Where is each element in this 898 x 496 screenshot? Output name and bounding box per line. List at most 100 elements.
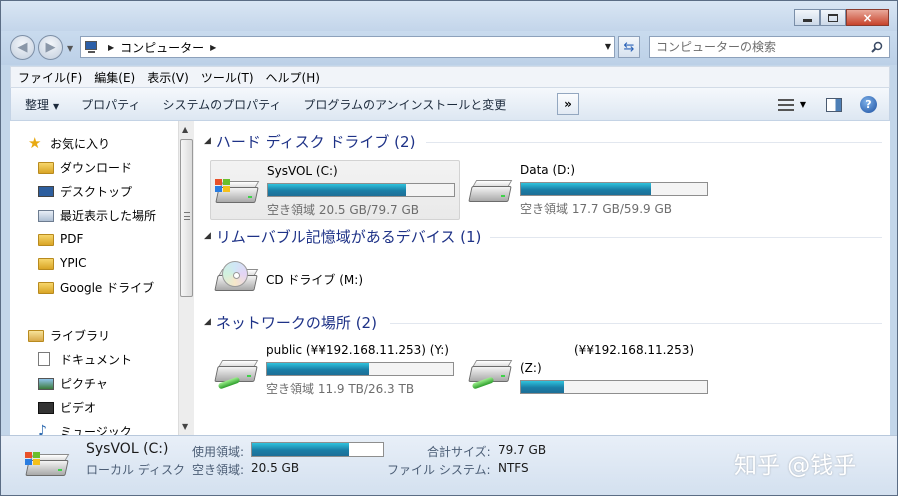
breadcrumb-arrow-icon[interactable]: ▶	[210, 43, 216, 52]
details-used-label: 使用領域:	[192, 445, 245, 459]
organize-button[interactable]: 整理 ▼	[17, 96, 67, 113]
details-filesystem-label: ファイル システム:	[387, 463, 491, 477]
details-total-value: 79.7 GB	[498, 443, 547, 457]
nav-item-pictures[interactable]: ピクチャ	[38, 373, 108, 393]
navigation-scrollbar[interactable]: ▲ ▼	[178, 121, 194, 435]
content-pane: ◢ ハード ディスク ドライブ (2) SysVOL (C:) 空き領域 20.…	[194, 121, 890, 435]
nav-favorites[interactable]: ★ お気に入り	[28, 133, 110, 153]
network-drive-icon	[212, 350, 260, 390]
group-header-removable[interactable]: ◢ リムーバブル記憶域があるデバイス (1)	[204, 226, 481, 246]
close-button[interactable]: ×	[846, 9, 889, 26]
selected-drive-icon	[23, 444, 71, 484]
drive-free-space: 空き領域 11.9 TB/26.3 TB	[266, 382, 415, 396]
network-drive-tile-y[interactable]: public (¥¥192.168.11.253) (Y:) 空き領域 11.9…	[210, 340, 460, 400]
details-usage-bar	[251, 442, 384, 457]
details-drive-name: SysVOL (C:)	[86, 441, 169, 457]
nav-item-label: YPIC	[60, 256, 87, 270]
drive-usage-fill	[521, 183, 652, 195]
watermark: 知乎 @钱乎	[734, 453, 857, 479]
network-drive-tile-z[interactable]: (¥¥192.168.11.253) (Z:)	[464, 340, 714, 400]
minimize-button[interactable]	[794, 9, 820, 26]
drive-tile-c[interactable]: SysVOL (C:) 空き領域 20.5 GB/79.7 GB	[210, 160, 460, 220]
nav-item-ypic[interactable]: YPIC	[38, 253, 86, 273]
scroll-down-icon[interactable]: ▼	[182, 422, 188, 431]
details-free-label: 空き領域:	[192, 463, 245, 477]
recent-pages-dropdown[interactable]: ▼	[67, 44, 73, 53]
details-filesystem-value: NTFS	[498, 461, 529, 475]
menu-tools[interactable]: ツール(T)	[196, 69, 259, 86]
drive-name: SysVOL (C:)	[267, 164, 338, 178]
videos-icon	[38, 401, 54, 414]
chevron-down-icon: ▼	[53, 101, 60, 111]
drive-usage-bar	[520, 182, 708, 196]
navigation-pane: ★ お気に入り ダウンロード デスクトップ 最近表示した場所 PDF YPIC …	[10, 121, 178, 435]
close-icon: ×	[862, 10, 873, 25]
search-box[interactable]	[649, 36, 890, 58]
scroll-up-icon[interactable]: ▲	[182, 125, 188, 134]
drive-tile-m[interactable]: CD ドライブ (M:)	[210, 251, 460, 311]
address-bar[interactable]: ▶ コンピューター ▶ ▼	[80, 36, 615, 58]
nav-item-music[interactable]: ♪ ミュージック	[38, 421, 132, 435]
nav-item-documents[interactable]: ドキュメント	[38, 349, 132, 369]
search-input[interactable]	[650, 37, 860, 57]
nav-favorites-label: お気に入り	[50, 136, 111, 151]
help-icon[interactable]: ?	[860, 96, 877, 113]
drive-usage-bar	[520, 380, 708, 394]
details-total-label: 合計サイズ:	[427, 445, 491, 459]
forward-button[interactable]: ▶	[38, 35, 63, 60]
hard-drive-icon	[466, 170, 514, 210]
scrollbar-thumb[interactable]	[180, 139, 193, 297]
downloads-folder-icon	[38, 161, 54, 174]
refresh-button[interactable]: ⇆	[618, 36, 640, 58]
command-bar: 整理 ▼ プロパティ システムのプロパティ プログラムのアンインストールと変更 »…	[10, 88, 890, 121]
maximize-icon	[828, 13, 838, 22]
drive-name: Data (D:)	[520, 163, 576, 177]
network-drive-icon	[466, 350, 514, 390]
nav-item-desktop[interactable]: デスクトップ	[38, 181, 132, 201]
menu-view[interactable]: 表示(V)	[142, 69, 194, 86]
back-button[interactable]: ◀	[10, 35, 35, 60]
drive-usage-fill	[521, 381, 564, 393]
group-header-hdd[interactable]: ◢ ハード ディスク ドライブ (2)	[204, 131, 415, 151]
google-drive-folder-icon	[38, 281, 54, 294]
system-properties-button[interactable]: システムのプロパティ	[154, 96, 289, 113]
nav-item-google-drive[interactable]: Google ドライブ	[38, 277, 154, 297]
view-options-icon[interactable]	[777, 98, 796, 112]
view-dropdown-icon[interactable]: ▼	[800, 100, 806, 109]
nav-item-label: 最近表示した場所	[60, 208, 157, 223]
back-arrow-icon: ◀	[17, 40, 28, 55]
explorer-window: × ◀ ▶ ▼ ▶ コンピューター ▶ ▼ ⇆ ファイル(F) 編集(E) 表示…	[0, 0, 898, 496]
group-title: ハード ディスク ドライブ (2)	[215, 132, 416, 151]
properties-button[interactable]: プロパティ	[73, 96, 148, 113]
recent-places-icon	[38, 209, 54, 222]
drive-name: CD ドライブ (M:)	[266, 273, 364, 287]
nav-item-label: ビデオ	[60, 400, 97, 415]
breadcrumb-arrow-icon[interactable]: ▶	[108, 43, 114, 52]
nav-item-videos[interactable]: ビデオ	[38, 397, 96, 417]
group-header-network[interactable]: ◢ ネットワークの場所 (2)	[204, 312, 377, 332]
maximize-button[interactable]	[820, 9, 846, 26]
menu-help[interactable]: ヘルプ(H)	[261, 69, 325, 86]
toolbar-right: ▼ ?	[777, 88, 889, 121]
uninstall-program-button[interactable]: プログラムのアンインストールと変更	[295, 96, 514, 113]
breadcrumb-computer[interactable]: コンピューター	[120, 39, 204, 56]
cd-drive-icon	[212, 259, 260, 299]
nav-libraries[interactable]: ライブラリ	[28, 325, 110, 345]
nav-item-label: ピクチャ	[60, 376, 108, 391]
search-icon[interactable]	[871, 41, 883, 53]
drive-free-space: 空き領域 20.5 GB/79.7 GB	[267, 203, 419, 217]
address-dropdown-icon[interactable]: ▼	[605, 42, 611, 51]
drive-usage-bar	[266, 362, 454, 376]
more-commands-button[interactable]: »	[557, 93, 579, 115]
preview-pane-icon[interactable]	[826, 97, 842, 112]
nav-item-label: ミュージック	[60, 424, 132, 436]
desktop-icon	[38, 186, 54, 197]
music-icon: ♪	[38, 423, 47, 435]
title-bar: ×	[1, 1, 897, 31]
nav-item-recent[interactable]: 最近表示した場所	[38, 205, 156, 225]
nav-item-downloads[interactable]: ダウンロード	[38, 157, 132, 177]
nav-item-pdf[interactable]: PDF	[38, 229, 83, 249]
menu-edit[interactable]: 編集(E)	[89, 69, 140, 86]
menu-file[interactable]: ファイル(F)	[13, 69, 87, 86]
drive-tile-d[interactable]: Data (D:) 空き領域 17.7 GB/59.9 GB	[464, 160, 714, 220]
